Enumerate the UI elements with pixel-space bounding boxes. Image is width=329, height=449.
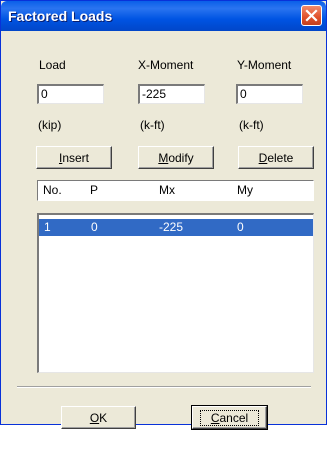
row-p: 0 xyxy=(91,220,98,234)
column-header-no: No. xyxy=(43,183,62,197)
load-unit: (kip) xyxy=(38,118,62,132)
row-my: 0 xyxy=(237,220,244,234)
title-bar[interactable]: Factored Loads xyxy=(1,1,326,31)
y-moment-unit: (k-ft) xyxy=(239,118,264,132)
divider xyxy=(17,386,311,388)
column-header-p: P xyxy=(90,183,99,197)
row-mx: -225 xyxy=(159,220,184,234)
load-label: Load xyxy=(39,58,66,72)
modify-mnemonic: M xyxy=(158,150,169,165)
column-header-mx: Mx xyxy=(159,183,175,197)
delete-label: elete xyxy=(267,150,294,165)
close-button[interactable] xyxy=(301,5,322,26)
cancel-focus-ring: Cancel xyxy=(199,409,260,426)
table-row[interactable]: 1 0 -225 0 xyxy=(39,219,313,236)
x-moment-input[interactable]: -225 xyxy=(138,84,205,104)
insert-label: nsert xyxy=(62,150,90,165)
factored-loads-dialog: Factored Loads Load X-Moment Y-Moment 0 … xyxy=(0,0,327,430)
x-moment-unit: (k-ft) xyxy=(140,118,165,132)
cancel-button[interactable]: Cancel xyxy=(191,405,268,430)
column-header-my: My xyxy=(237,183,253,197)
x-moment-label: X-Moment xyxy=(138,58,194,72)
ok-label: K xyxy=(99,410,108,425)
modify-button[interactable]: Modify xyxy=(138,146,214,169)
insert-button[interactable]: Insert xyxy=(36,146,112,169)
close-x-icon xyxy=(305,9,318,22)
window-title: Factored Loads xyxy=(8,8,113,24)
delete-mnemonic: D xyxy=(258,150,268,165)
loads-list[interactable]: 1 0 -225 0 xyxy=(37,213,314,373)
ok-button[interactable]: OK xyxy=(61,406,136,429)
modify-label: odify xyxy=(168,150,194,165)
table-header: No. P Mx My xyxy=(37,180,314,201)
ok-mnemonic: O xyxy=(89,410,100,425)
y-moment-input[interactable]: 0 xyxy=(236,84,303,104)
delete-button[interactable]: Delete xyxy=(238,146,314,169)
load-input[interactable]: 0 xyxy=(37,84,104,104)
y-moment-label: Y-Moment xyxy=(237,58,292,72)
cancel-label: ancel xyxy=(219,410,249,425)
row-no: 1 xyxy=(44,220,51,234)
